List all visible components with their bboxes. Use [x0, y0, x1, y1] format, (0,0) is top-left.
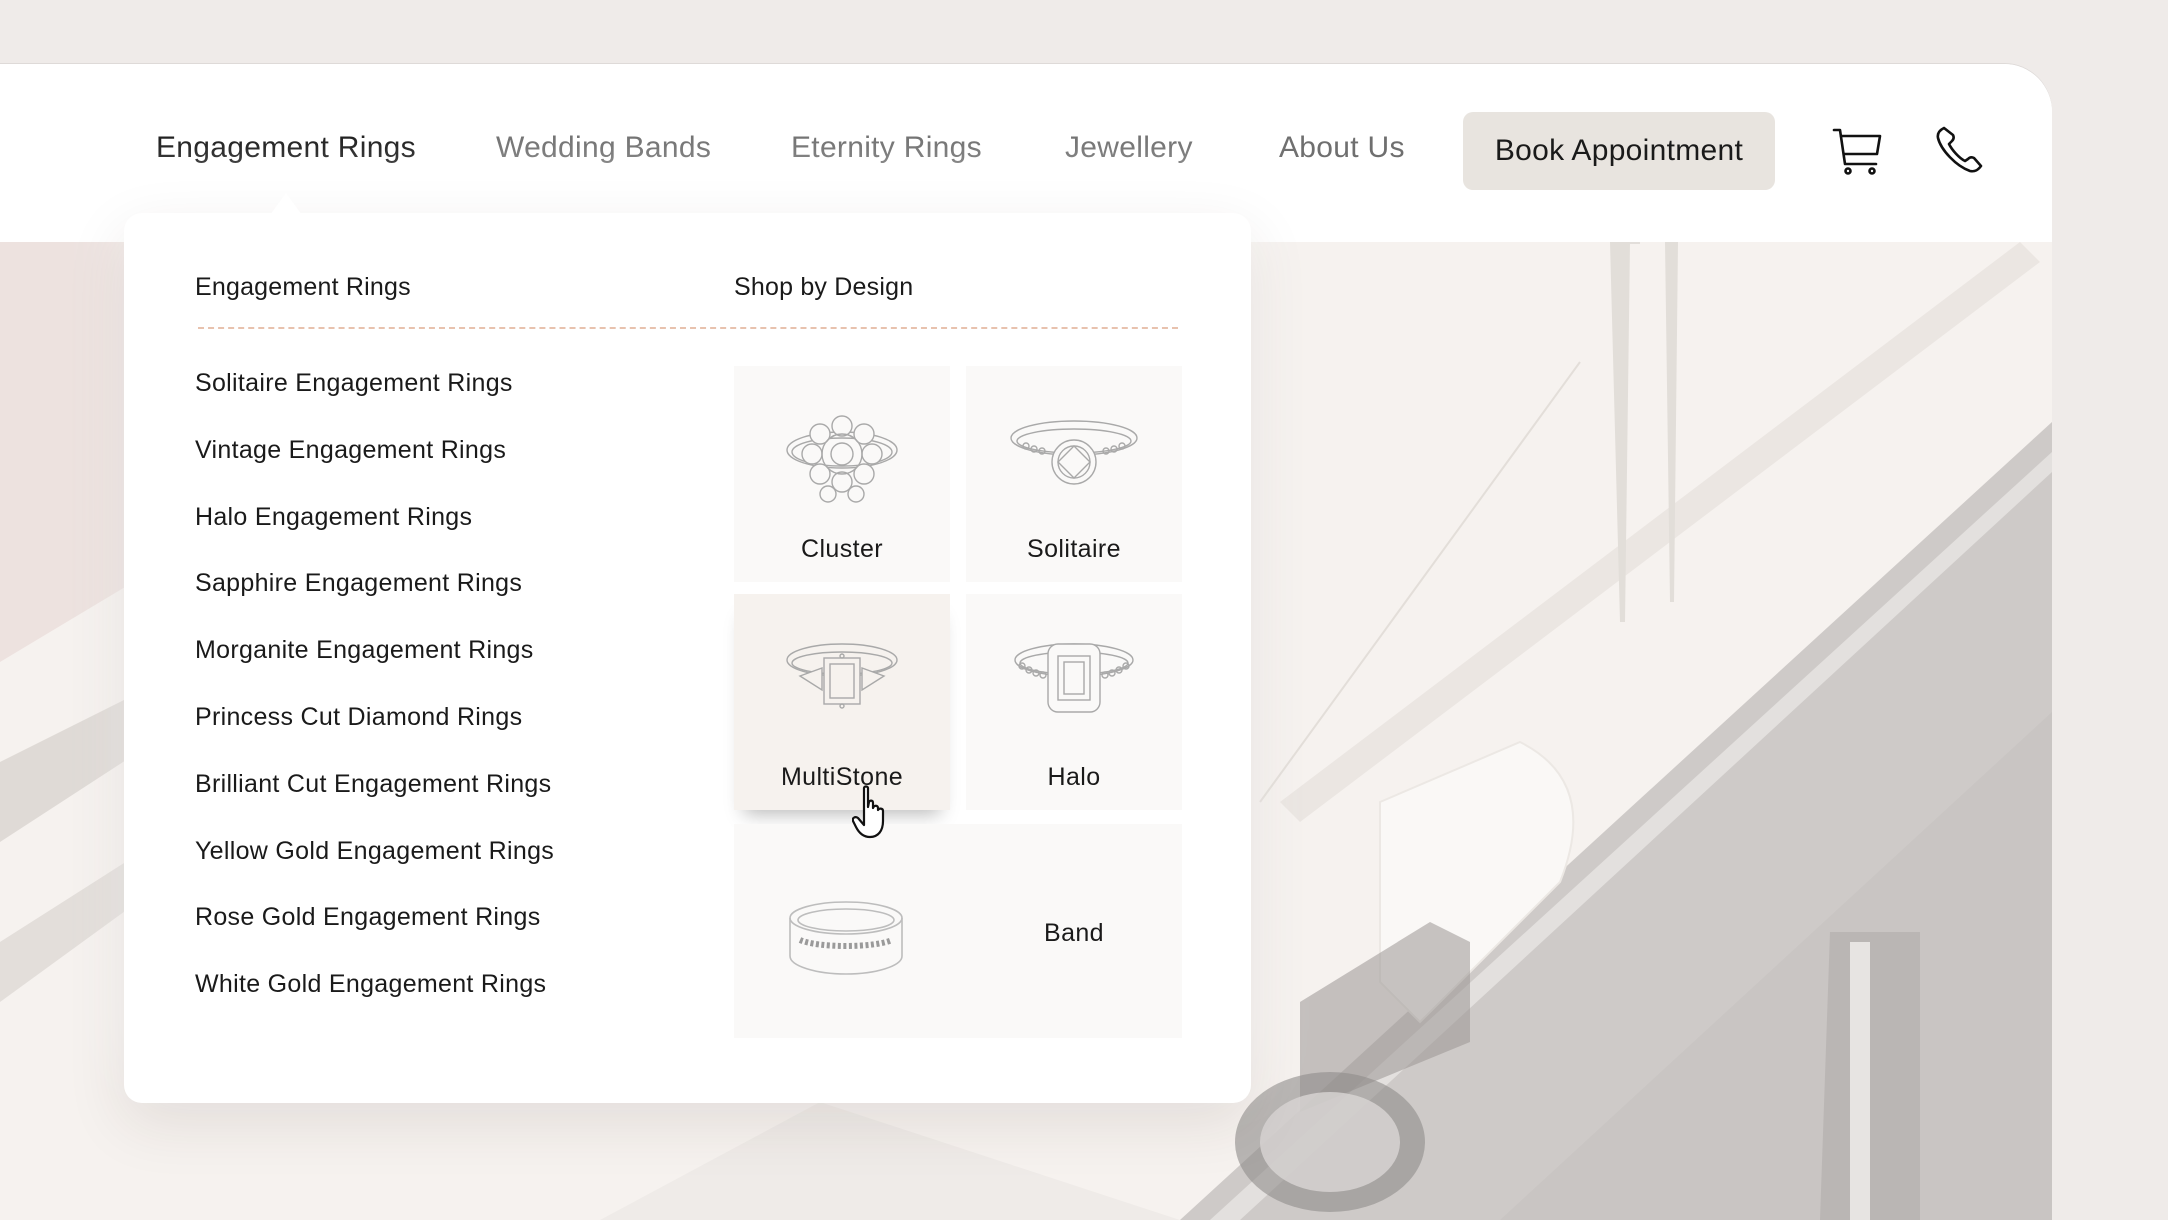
tile-label-band: Band — [1044, 919, 1104, 947]
book-appointment-button[interactable]: Book Appointment — [1463, 112, 1775, 190]
link-sapphire-engagement-rings[interactable]: Sapphire Engagement Rings — [195, 566, 554, 633]
design-tile-solitaire[interactable]: Solitaire — [966, 366, 1182, 582]
cluster-ring-icon — [786, 415, 898, 503]
solitaire-ring-icon — [1010, 420, 1138, 485]
link-brilliant-cut-engagement-rings[interactable]: Brilliant Cut Engagement Rings — [195, 767, 554, 834]
link-yellow-gold-engagement-rings[interactable]: Yellow Gold Engagement Rings — [195, 834, 554, 901]
link-vintage-engagement-rings[interactable]: Vintage Engagement Rings — [195, 433, 554, 500]
nav-eternity-rings[interactable]: Eternity Rings — [791, 130, 982, 166]
nav-jewellery[interactable]: Jewellery — [1065, 130, 1193, 166]
link-rose-gold-engagement-rings[interactable]: Rose Gold Engagement Rings — [195, 900, 554, 967]
page-background-strip — [2052, 0, 2168, 1220]
design-column-heading: Shop by Design — [734, 273, 914, 301]
nav-about-us[interactable]: About Us — [1279, 130, 1405, 166]
nav-engagement-rings[interactable]: Engagement Rings — [156, 130, 416, 166]
link-morganite-engagement-rings[interactable]: Morganite Engagement Rings — [195, 633, 554, 700]
list-column-heading: Engagement Rings — [195, 273, 411, 301]
dashed-divider — [198, 327, 1178, 329]
tile-label-multistone: MultiStone — [780, 763, 904, 791]
design-tile-multistone[interactable]: MultiStone — [734, 594, 950, 810]
band-ring-icon — [789, 901, 903, 975]
cart-icon[interactable] — [1832, 124, 1884, 176]
phone-icon[interactable] — [1934, 124, 1986, 176]
tile-label-halo: Halo — [1047, 763, 1101, 791]
link-princess-cut-diamond-rings[interactable]: Princess Cut Diamond Rings — [195, 700, 554, 767]
link-white-gold-engagement-rings[interactable]: White Gold Engagement Rings — [195, 967, 554, 1034]
link-halo-engagement-rings[interactable]: Halo Engagement Rings — [195, 500, 554, 567]
link-solitaire-engagement-rings[interactable]: Solitaire Engagement Rings — [195, 366, 554, 433]
multistone-ring-icon — [786, 643, 898, 709]
dropdown-caret — [270, 193, 302, 215]
design-tile-halo[interactable]: Halo — [966, 594, 1182, 810]
tile-label-cluster: Cluster — [801, 535, 883, 563]
nav-wedding-bands[interactable]: Wedding Bands — [496, 130, 711, 166]
design-tile-band[interactable]: Band — [734, 824, 1182, 1038]
halo-ring-icon — [1014, 643, 1134, 713]
engagement-ring-links: Solitaire Engagement Rings Vintage Engag… — [195, 366, 554, 1034]
tile-label-solitaire: Solitaire — [1027, 535, 1121, 563]
design-tile-cluster[interactable]: Cluster — [734, 366, 950, 582]
engagement-rings-mega-menu: Engagement Rings Shop by Design Solitair… — [124, 193, 1251, 1103]
